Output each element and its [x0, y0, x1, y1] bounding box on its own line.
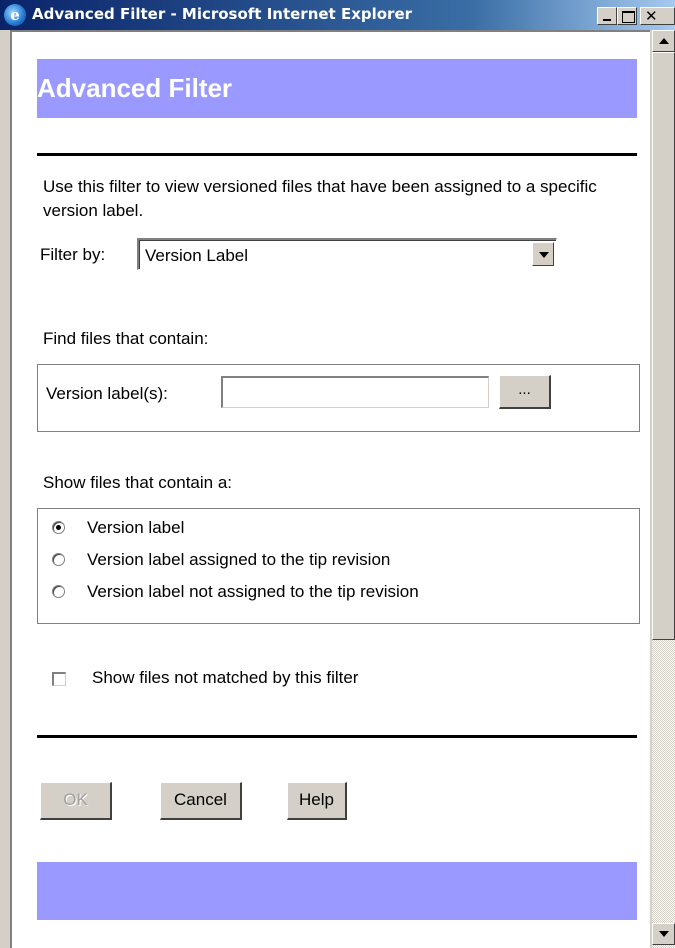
page-title: Advanced Filter — [37, 73, 233, 103]
maximize-button[interactable] — [617, 7, 637, 25]
close-button[interactable]: ✕ — [640, 7, 675, 25]
radio-assigned-tip[interactable] — [52, 553, 65, 566]
window-title: Advanced Filter - Microsoft Internet Exp… — [32, 5, 413, 23]
show-unmatched-checkbox[interactable] — [52, 672, 66, 686]
header-bar: Advanced Filter — [37, 59, 637, 118]
ok-button[interactable]: OK — [40, 782, 112, 820]
ie-window: e Advanced Filter - Microsoft Internet E… — [0, 0, 675, 948]
bottom-divider — [37, 735, 637, 738]
scroll-up-icon[interactable] — [652, 30, 675, 52]
version-label-field-label: Version label(s): — [46, 384, 168, 403]
title-bar[interactable]: e Advanced Filter - Microsoft Internet E… — [0, 0, 675, 30]
vertical-scrollbar[interactable] — [652, 30, 675, 948]
filter-by-label: Filter by: — [40, 245, 106, 264]
ie-icon: e — [4, 4, 26, 26]
filter-description: Use this filter to view versioned files … — [43, 177, 597, 220]
show-section-label: Show files that contain a: — [43, 473, 233, 492]
minimize-button[interactable] — [597, 7, 617, 25]
help-button[interactable]: Help — [287, 782, 347, 820]
version-label-input[interactable] — [221, 376, 489, 408]
cancel-button[interactable]: Cancel — [160, 782, 242, 820]
find-section-label: Find files that contain: — [43, 329, 209, 348]
top-divider — [37, 153, 637, 156]
radio-not-assigned-tip-text[interactable]: Version label not assigned to the tip re… — [87, 582, 419, 602]
chevron-down-icon[interactable] — [532, 242, 554, 266]
page-content: Advanced Filter Use this filter to view … — [10, 30, 650, 948]
radio-version-label[interactable] — [52, 521, 65, 534]
filter-by-value: Version Label — [145, 246, 249, 265]
browse-button[interactable]: ... — [499, 375, 551, 409]
show-unmatched-label[interactable]: Show files not matched by this filter — [92, 668, 358, 688]
radio-assigned-tip-text[interactable]: Version label assigned to the tip revisi… — [87, 550, 390, 570]
footer-bar — [37, 862, 637, 920]
scrollbar-thumb[interactable] — [652, 52, 675, 640]
radio-not-assigned-tip[interactable] — [52, 585, 65, 598]
scroll-down-icon[interactable] — [652, 923, 675, 945]
filter-by-select[interactable]: Version Label — [137, 238, 557, 270]
radio-version-label-text[interactable]: Version label — [87, 518, 184, 538]
